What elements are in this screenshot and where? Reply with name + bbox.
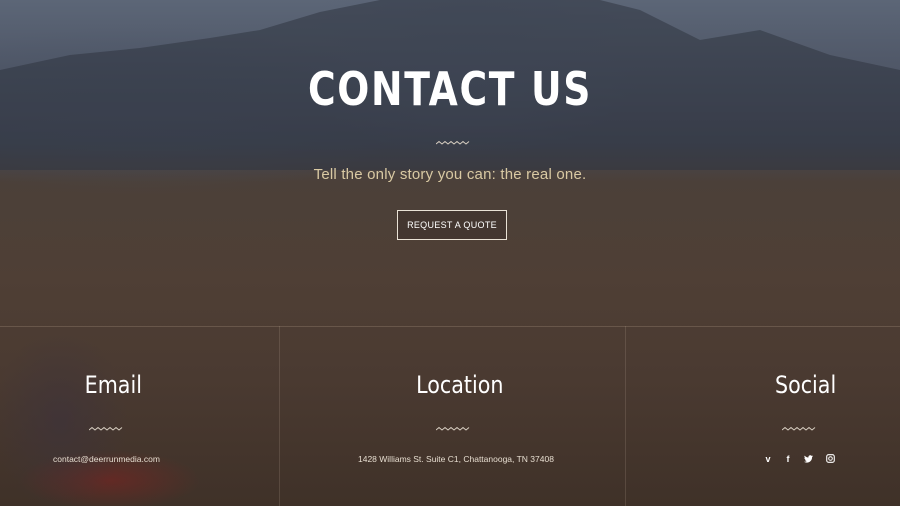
social-links: v f — [763, 453, 835, 465]
email-link[interactable]: contact@deerrunmedia.com — [53, 454, 160, 464]
email-heading: Email — [84, 371, 142, 399]
vimeo-icon[interactable]: v — [763, 453, 773, 465]
wave-divider — [89, 426, 123, 431]
wave-divider — [436, 426, 470, 431]
twitter-icon[interactable] — [803, 453, 813, 465]
facebook-icon[interactable]: f — [783, 453, 793, 465]
page-title: CONTACT US — [307, 62, 593, 116]
location-address: 1428 Williams St. Suite C1, Chattanooga,… — [358, 454, 554, 464]
wave-divider — [782, 426, 816, 431]
location-heading: Location — [416, 371, 504, 399]
instagram-icon[interactable] — [825, 453, 835, 465]
contact-hero: CONTACT US Tell the only story you can: … — [0, 0, 900, 326]
request-quote-button[interactable]: REQUEST A QUOTE — [397, 210, 507, 240]
wave-divider — [436, 140, 470, 145]
tagline: Tell the only story you can: the real on… — [313, 166, 587, 183]
social-heading: Social — [774, 371, 837, 399]
column-divider — [625, 326, 626, 506]
footer-divider — [0, 326, 900, 327]
column-divider — [279, 326, 280, 506]
